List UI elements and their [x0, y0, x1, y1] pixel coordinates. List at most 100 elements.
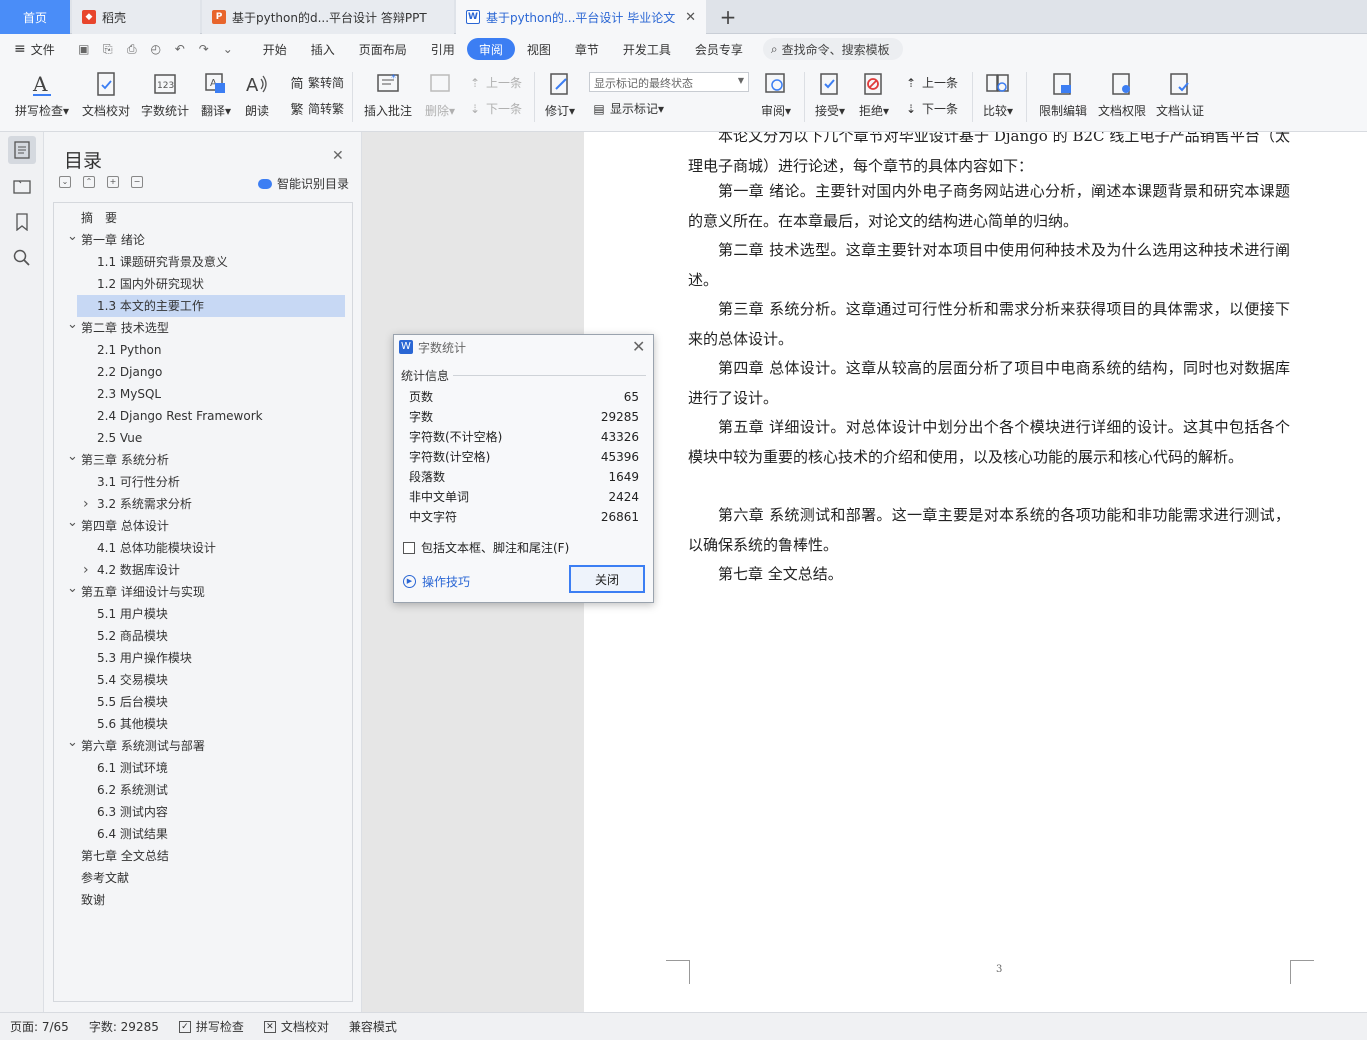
tab-daoke[interactable]: ◆ 稻壳 [72, 0, 200, 34]
tab-insert[interactable]: 插入 [299, 38, 347, 60]
chevron-down-icon[interactable]: ⌄ [67, 512, 78, 534]
toc-item[interactable]: › 3.2 系统需求分析 [77, 493, 345, 515]
toc-item[interactable]: 2.2 Django [77, 361, 345, 383]
word-count-button[interactable]: 123 字数统计 [140, 70, 190, 119]
track-changes-button[interactable]: 修订▾ [540, 70, 580, 119]
expand-level-icon[interactable]: ⌃ [83, 176, 95, 188]
include-textbox-checkbox[interactable]: 包括文本框、脚注和尾注(F) [403, 539, 569, 556]
reject-button[interactable]: 拒绝▾ [856, 70, 892, 119]
add-item-icon[interactable]: + [107, 176, 119, 188]
toc-item[interactable]: 第七章 全文总结 [77, 845, 345, 867]
tab-devtools[interactable]: 开发工具 [611, 38, 683, 60]
remove-item-icon[interactable]: − [131, 176, 143, 188]
toc-item[interactable]: › 4.2 数据库设计 [77, 559, 345, 581]
tab-ppt[interactable]: P 基于python的d...平台设计 答辩PPT [202, 0, 454, 34]
show-markup-button[interactable]: ▤ 显示标记 ▾ [592, 100, 664, 117]
tab-home[interactable]: 首页 [0, 0, 70, 34]
toc-item[interactable]: 2.1 Python [77, 339, 345, 361]
chevron-down-icon[interactable]: ⌄ [67, 446, 78, 468]
tips-link[interactable]: ▶ 操作技巧 [403, 573, 470, 590]
spell-check-toggle[interactable]: ✓ 拼写检查 [169, 1013, 254, 1040]
toc-item[interactable]: 6.1 测试环境 [77, 757, 345, 779]
tab-references[interactable]: 引用 [419, 38, 467, 60]
markup-state-select[interactable]: 显示标记的最终状态 ▼ [589, 72, 749, 92]
export-icon[interactable]: ⎘ [99, 40, 117, 58]
prev-comment-button[interactable]: ⇡ 上一条 [468, 74, 522, 91]
page-indicator[interactable]: 页面: 7/65 [0, 1013, 79, 1040]
proofread-toggle[interactable]: ✕ 文档校对 [254, 1013, 339, 1040]
word-count-indicator[interactable]: 字数: 29285 [79, 1013, 169, 1040]
insert-comment-button[interactable]: * 插入批注 [362, 70, 414, 119]
toc-item[interactable]: 致谢 [77, 889, 345, 911]
toc-item[interactable]: ⌄ 第三章 系统分析 [67, 449, 345, 471]
file-menu[interactable]: ≡ 文件 [0, 38, 67, 60]
tab-layout[interactable]: 页面布局 [347, 38, 419, 60]
toc-item[interactable]: 2.5 Vue [77, 427, 345, 449]
close-button[interactable]: 关闭 [569, 565, 645, 593]
simp-to-trad-button[interactable]: 繁 简转繁 [290, 100, 344, 118]
toc-item[interactable]: 5.2 商品模块 [77, 625, 345, 647]
prev-change-button[interactable]: ⇡ 上一条 [904, 74, 958, 91]
toc-item[interactable]: 6.2 系统测试 [77, 779, 345, 801]
chevron-down-icon[interactable]: ⌄ [67, 732, 78, 754]
trad-to-simp-button[interactable]: 简 繁转简 [290, 74, 344, 92]
toc-panel-button[interactable] [8, 136, 36, 164]
toc-item[interactable]: 6.3 测试内容 [77, 801, 345, 823]
command-search[interactable]: ⌕ 查找命令、搜索模板 [762, 38, 903, 60]
restrict-edit-button[interactable]: 限制编辑 [1036, 70, 1090, 119]
tab-section[interactable]: 章节 [563, 38, 611, 60]
chevron-down-icon[interactable]: ⌄ [67, 578, 78, 600]
toc-item[interactable]: 参考文献 [77, 867, 345, 889]
chevron-down-icon[interactable]: ⌄ [67, 226, 78, 248]
proofread-button[interactable]: 文档校对 [80, 70, 132, 119]
accept-button[interactable]: 接受▾ [812, 70, 848, 119]
delete-comment-button[interactable]: 删除▾ [422, 70, 458, 119]
compare-button[interactable]: 比较▾ [980, 70, 1016, 119]
chevron-down-icon[interactable]: ⌄ [219, 40, 237, 58]
redo-icon[interactable]: ↷ [195, 40, 213, 58]
toc-item[interactable]: 2.4 Django Rest Framework [77, 405, 345, 427]
close-icon[interactable]: ✕ [685, 10, 696, 25]
toc-item[interactable]: 4.1 总体功能模块设计 [77, 537, 345, 559]
next-change-button[interactable]: ⇣ 下一条 [904, 100, 958, 117]
translate-button[interactable]: A 翻译▾ [198, 70, 234, 119]
add-tab-icon[interactable]: + [716, 5, 740, 29]
chevron-right-icon[interactable]: › [83, 493, 89, 515]
chevron-right-icon[interactable]: › [83, 559, 89, 581]
save-icon[interactable]: ▣ [75, 40, 93, 58]
toc-item[interactable]: 1.3 本文的主要工作 [77, 295, 345, 317]
toc-item[interactable]: 2.3 MySQL [77, 383, 345, 405]
toc-item[interactable]: ⌄ 第六章 系统测试与部署 [67, 735, 345, 757]
close-icon[interactable]: ✕ [332, 148, 344, 164]
tab-member[interactable]: 会员专享 [683, 38, 755, 60]
navigation-button[interactable] [8, 172, 36, 200]
preview-icon[interactable]: ◴ [147, 40, 165, 58]
toc-item[interactable]: 5.3 用户操作模块 [77, 647, 345, 669]
find-button[interactable] [8, 244, 36, 272]
tab-thesis[interactable]: W 基于python的...平台设计 毕业论文 ✕ [456, 0, 706, 34]
collapse-all-icon[interactable]: ⌄ [59, 176, 71, 188]
spell-check-button[interactable]: A 拼写检查▾ [12, 70, 72, 119]
toc-item[interactable]: ⌄ 第二章 技术选型 [67, 317, 345, 339]
toc-item[interactable]: 摘 要 [77, 207, 345, 229]
toc-item[interactable]: 5.5 后台模块 [77, 691, 345, 713]
doc-permission-button[interactable]: 文档权限 [1096, 70, 1148, 119]
toc-item[interactable]: 3.1 可行性分析 [77, 471, 345, 493]
close-icon[interactable]: ✕ [632, 337, 645, 356]
toc-item[interactable]: 1.1 课题研究背景及意义 [77, 251, 345, 273]
read-aloud-button[interactable]: A 朗读 [242, 70, 272, 119]
toc-item[interactable]: 5.4 交易模块 [77, 669, 345, 691]
document-page[interactable]: 本论文分为以下几个章节对毕业设计基于 Django 的 B2C 线上电子产品销售… [584, 132, 1367, 1012]
toc-item[interactable]: ⌄ 第四章 总体设计 [67, 515, 345, 537]
bookmark-button[interactable] [8, 208, 36, 236]
undo-icon[interactable]: ↶ [171, 40, 189, 58]
review-pane-button[interactable]: 审阅▾ [758, 70, 794, 119]
toc-item[interactable]: 1.2 国内外研究现状 [77, 273, 345, 295]
smart-toc-button[interactable]: 智能识别目录 [258, 175, 349, 192]
print-icon[interactable]: ⎙ [123, 40, 141, 58]
chevron-down-icon[interactable]: ⌄ [67, 314, 78, 336]
toc-item[interactable]: ⌄ 第一章 绪论 [67, 229, 345, 251]
tab-review[interactable]: 审阅 [466, 38, 515, 60]
doc-certify-button[interactable]: 文档认证 [1154, 70, 1206, 119]
toc-item[interactable]: ⌄ 第五章 详细设计与实现 [67, 581, 345, 603]
